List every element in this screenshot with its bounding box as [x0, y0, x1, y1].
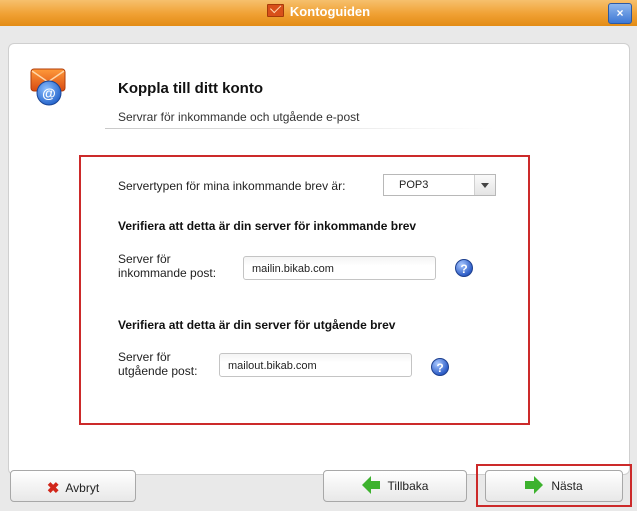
server-type-select[interactable]: POP3 — [383, 174, 496, 196]
server-type-value: POP3 — [399, 179, 429, 191]
outgoing-heading: Verifiera att detta är din server för ut… — [118, 318, 396, 332]
cancel-label: Avbryt — [65, 481, 100, 495]
svg-text:@: @ — [42, 85, 56, 101]
incoming-server-input[interactable]: mailin.bikab.com — [243, 256, 436, 280]
header-divider — [105, 128, 495, 129]
window-title: Kontoguiden — [289, 4, 371, 19]
title-bar: Kontoguiden × — [0, 0, 637, 27]
outgoing-server-label: Server för utgående post: — [118, 350, 198, 378]
arrow-left-icon — [361, 476, 380, 494]
email-at-icon: @ — [30, 68, 66, 106]
server-type-label: Servertypen för mina inkommande brev är: — [118, 179, 346, 193]
back-label: Tillbaka — [387, 479, 429, 493]
close-button[interactable]: × — [608, 3, 632, 24]
mail-envelope-icon — [266, 4, 284, 17]
next-button-highlight — [476, 464, 632, 507]
outgoing-help-icon[interactable]: ? — [431, 358, 449, 376]
chevron-down-icon[interactable] — [474, 175, 495, 195]
outgoing-server-input[interactable]: mailout.bikab.com — [219, 353, 412, 377]
cancel-x-icon: ✖ — [46, 480, 60, 497]
cancel-button[interactable]: ✖ Avbryt — [10, 470, 136, 502]
page-subtitle: Servrar för inkommande och utgående e-po… — [118, 110, 360, 124]
incoming-help-icon[interactable]: ? — [455, 259, 473, 277]
page-title: Koppla till ditt konto — [118, 80, 263, 97]
back-button[interactable]: Tillbaka — [323, 470, 467, 502]
incoming-heading: Verifiera att detta är din server för in… — [118, 219, 417, 233]
incoming-server-label: Server för inkommande post: — [118, 252, 217, 280]
